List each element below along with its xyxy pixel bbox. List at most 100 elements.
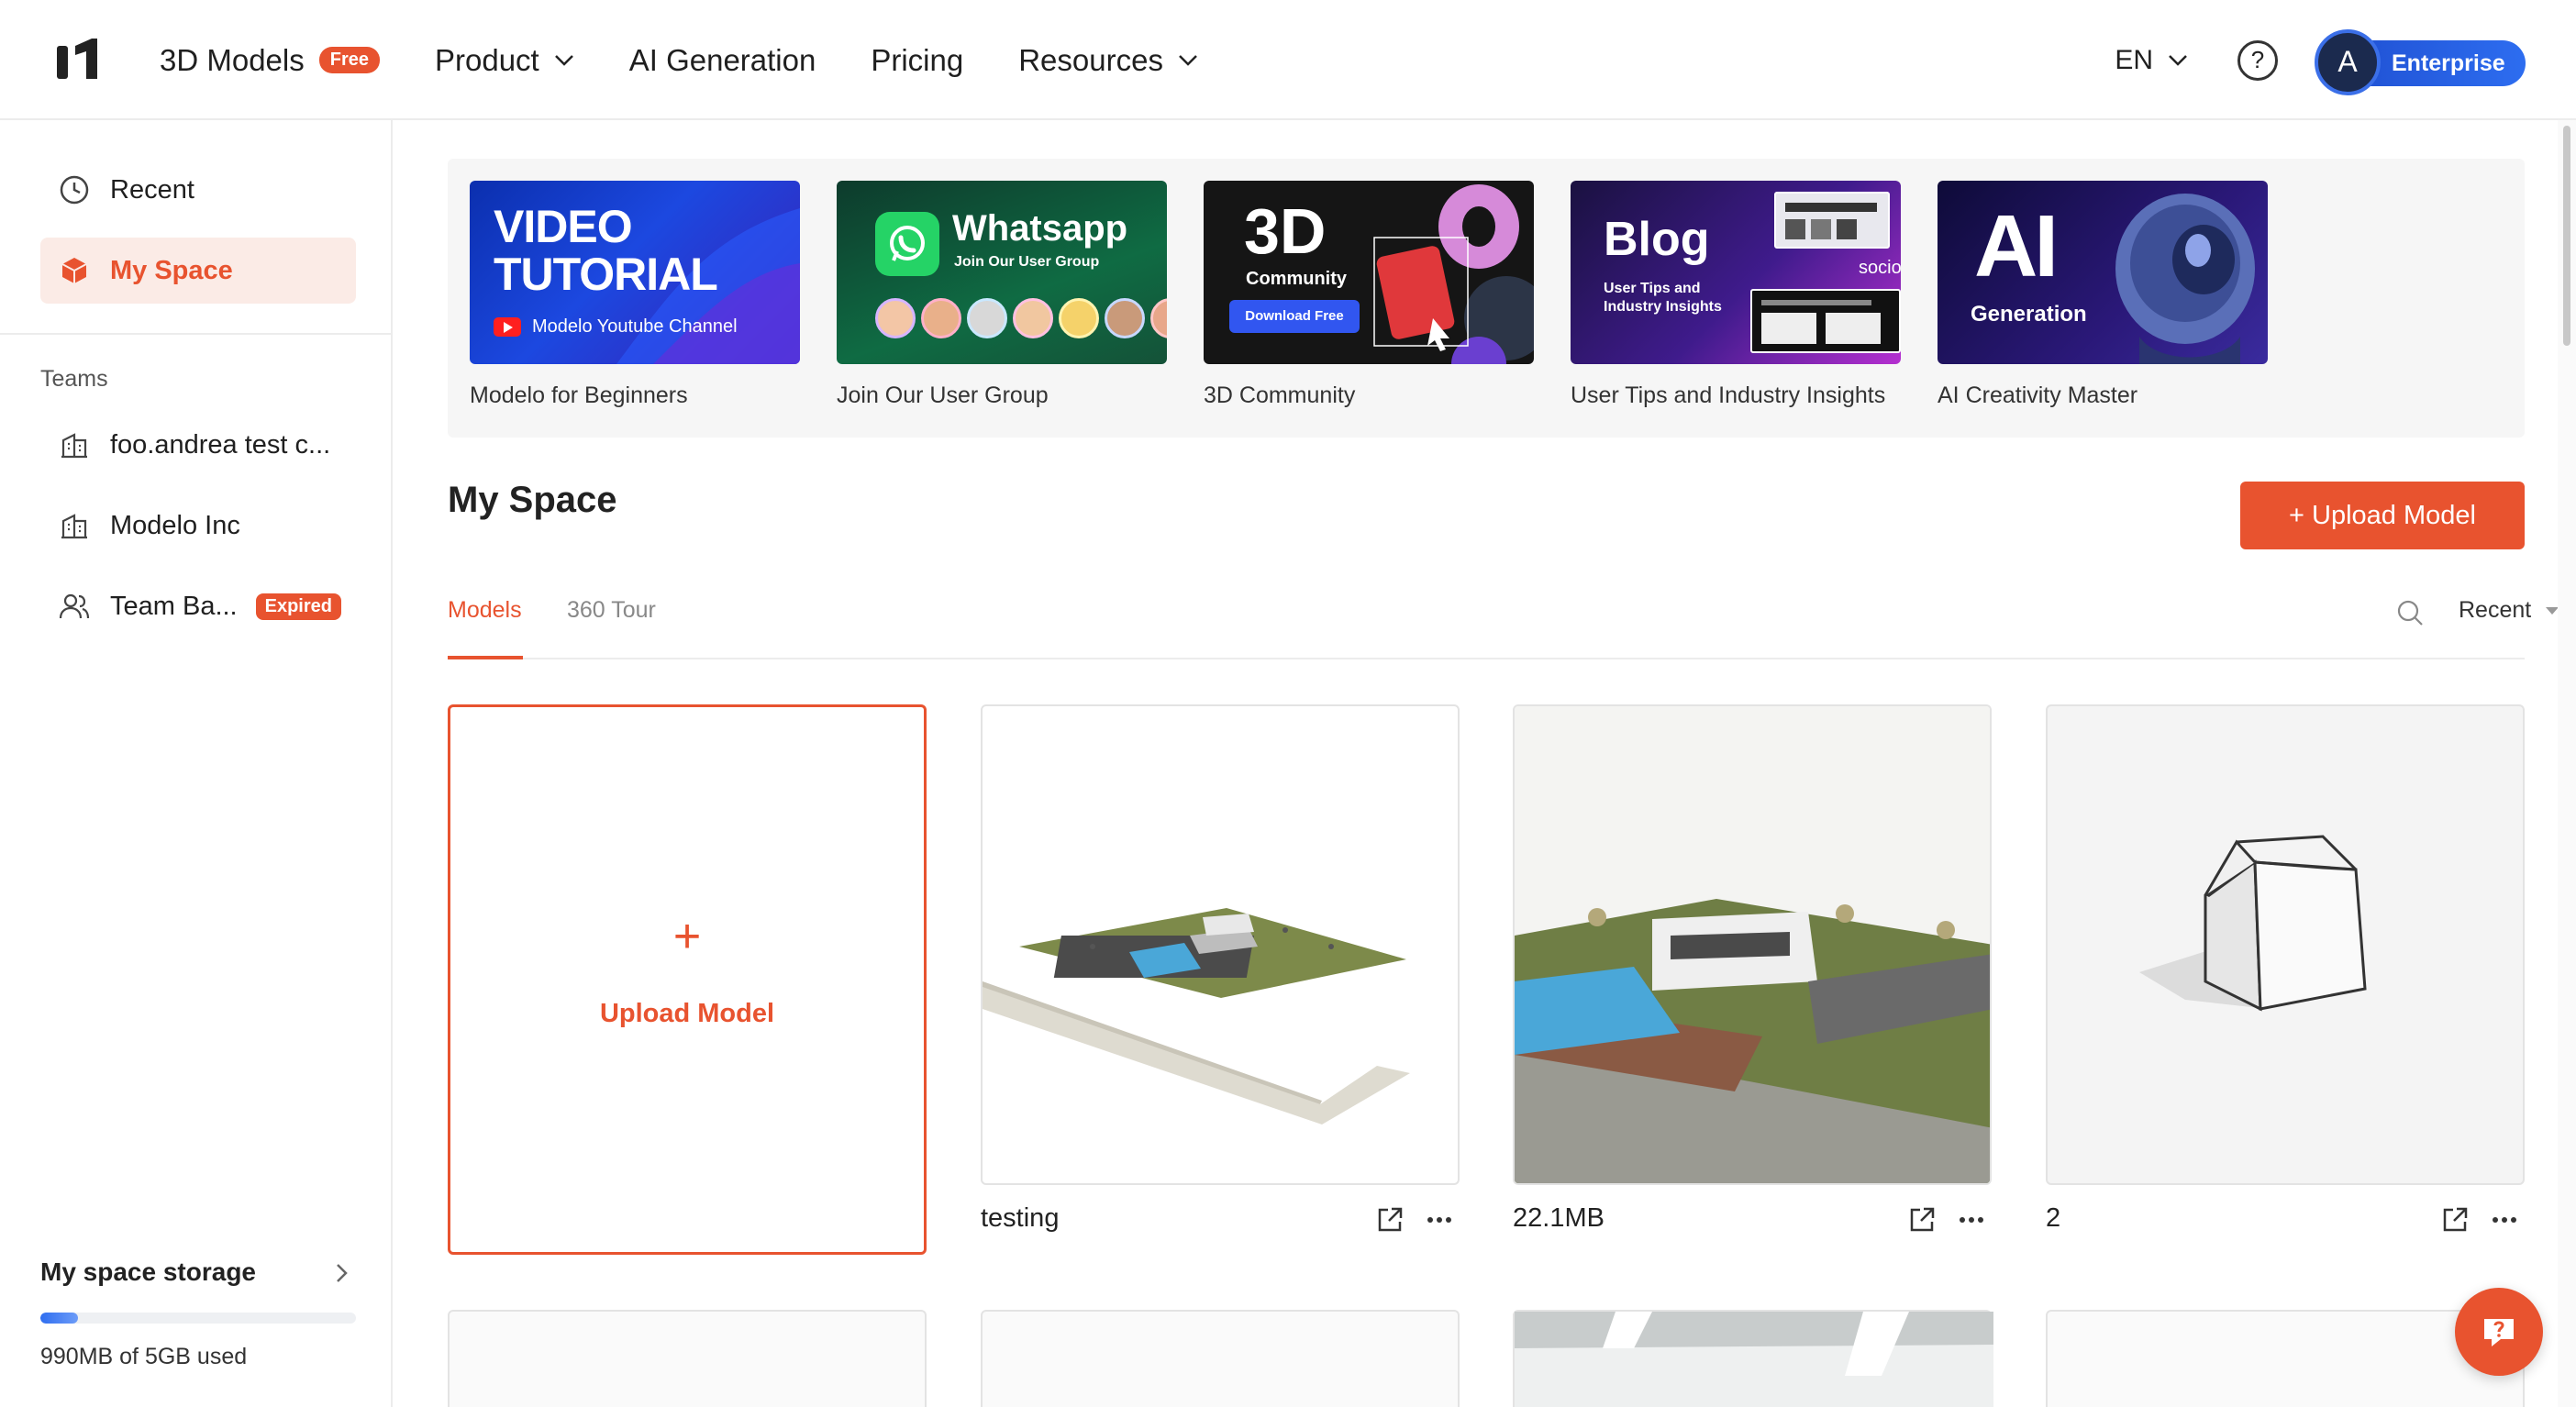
model-card[interactable] [1513,1310,1993,1407]
right-nav: EN ? Enterprise A [2115,0,2576,120]
banner-title: AI [1974,197,2059,295]
banner-strip: VIDEO TUTORIAL Modelo Youtube Channel Mo… [448,159,2525,438]
cube-icon [61,258,87,283]
model-card[interactable] [2046,1310,2525,1407]
chevron-down-icon [2169,54,2187,66]
banner-video-tutorial[interactable]: VIDEO TUTORIAL Modelo Youtube Channel Mo… [470,181,800,409]
clock-icon [60,175,89,205]
nav-pricing-label: Pricing [871,42,964,77]
sidebar-item-label: foo.andrea test c... [110,429,331,460]
storage-title[interactable]: My space storage [40,1257,256,1287]
model-card[interactable]: testing [981,704,1460,1234]
sidebar-item-team-foo-andrea[interactable]: foo.andrea test c... [40,412,356,478]
open-external-icon[interactable] [2440,1205,2470,1235]
tab-360-tour[interactable]: 360 Tour [567,597,656,624]
banner-caption: 3D Community [1204,382,1356,408]
nav-ai-generation-label: AI Generation [628,42,816,77]
open-external-icon[interactable] [1375,1205,1405,1235]
banner-title-line: VIDEO [494,201,633,252]
language-label: EN [2115,44,2153,75]
chat-question-icon [2484,1319,2514,1346]
sidebar-item-my-space[interactable]: My Space [40,238,356,304]
nav-product[interactable]: Product [435,43,574,78]
upload-card-label: Upload Model [599,999,775,1028]
banner-blog[interactable]: socio Blog User Tips and Industry Insigh… [1571,181,1901,409]
main-content: VIDEO TUTORIAL Modelo Youtube Channel Mo… [393,120,2576,1407]
banner-3d-community[interactable]: 3D Community Download Free 3D Community [1204,181,1534,409]
banner-caption: Modelo for Beginners [470,382,688,408]
account-menu[interactable]: Enterprise A [2315,28,2526,95]
building-icon [61,514,87,539]
storage-usage-text: 990MB of 5GB used [40,1344,248,1369]
whatsapp-icon [875,212,939,276]
nav-ai-generation[interactable]: AI Generation [629,43,816,78]
banner-whatsapp[interactable]: Whatsapp Join Our User Group Join Our Us… [837,181,1167,409]
search-icon[interactable] [2396,599,2424,626]
question-circle-icon[interactable]: ? [2237,39,2278,81]
banner-thumbnail: Whatsapp Join Our User Group [837,181,1167,364]
blog-screenshot-top [1774,192,1890,249]
model-thumbnail [1513,704,1992,1185]
banner-ai-generation[interactable]: AI Generation AI Creativity Master [1938,181,2268,409]
avatar: A [2315,28,2381,95]
blog-screenshot-bottom [1750,289,1901,353]
banner-title: Blog [1604,213,1710,266]
sidebar-divider [0,333,393,335]
model-card[interactable] [448,1310,927,1407]
banner-thumbnail: AI Generation [1938,181,2268,364]
sidebar-item-label: Modelo Inc [110,510,240,540]
plus-icon: + [672,910,702,963]
banner-title-line: TUTORIAL [494,249,718,300]
download-free-button: Download Free [1229,300,1360,333]
banner-title: Whatsapp [952,208,1128,249]
open-external-icon[interactable] [1907,1205,1937,1235]
page-title: My Space [448,480,617,520]
page-scrollbar[interactable] [2558,120,2576,1407]
main-nav: 3D Models Free Product AI Generation Pri… [160,0,1253,120]
banner-thumbnail: VIDEO TUTORIAL Modelo Youtube Channel [470,181,800,364]
model-thumbnail [981,704,1460,1185]
villa-pool-render [1515,706,1990,1183]
house-placeholder-icon [2139,835,2367,1012]
support-chat-button[interactable] [2455,1288,2543,1376]
language-selector[interactable]: EN [2115,45,2188,76]
model-thumbnail [1515,1312,1993,1407]
more-options-icon[interactable] [1425,1205,1454,1235]
avatar-row [875,298,1167,338]
sidebar-item-team-modelo-inc[interactable]: Modelo Inc [40,493,356,559]
model-card[interactable]: 22.1MB [1513,704,1992,1234]
sidebar-item-team-ba[interactable]: Team Ba... Expired [40,573,356,639]
modelo-logo[interactable] [55,37,110,83]
banner-title: 3D [1244,195,1327,267]
chevron-right-icon[interactable] [334,1261,350,1285]
scrollbar-thumb[interactable] [2563,126,2570,346]
banner-subtitle-line: User Tips and [1604,281,1701,296]
model-card[interactable] [981,1310,1460,1407]
upload-model-card[interactable]: + Upload Model [448,704,927,1255]
more-options-icon[interactable] [2490,1205,2519,1235]
banner-thumbnail: socio Blog User Tips and Industry Insigh… [1571,181,1901,364]
banner-thumbnail: 3D Community Download Free [1204,181,1534,364]
sort-dropdown[interactable]: Recent [2459,597,2559,624]
sidebar-item-label: My Space [110,255,233,285]
more-options-icon[interactable] [1957,1205,1986,1235]
banner-subtitle: Community [1246,269,1347,289]
content-tabs: Models 360 Tour Recent [448,597,2559,659]
model-card[interactable]: 2 [2046,704,2525,1234]
banner-caption: AI Creativity Master [1938,382,2138,408]
banner-subtitle: Modelo Youtube Channel [532,316,738,337]
nav-product-label: Product [434,42,539,77]
tab-models[interactable]: Models [448,597,522,624]
model-actions [1887,1205,1986,1235]
nav-3d-models[interactable]: 3D Models Free [160,43,380,78]
top-navigation: 3D Models Free Product AI Generation Pri… [0,0,2576,120]
banner-caption: User Tips and Industry Insights [1571,382,1886,408]
sidebar-item-label: Recent [110,174,194,205]
sidebar-item-recent[interactable]: Recent [40,157,356,223]
nav-resources[interactable]: Resources [1018,43,1198,78]
sort-label: Recent [2459,597,2532,623]
upload-model-button[interactable]: + Upload Model [2240,482,2525,549]
model-actions [2420,1205,2519,1235]
nav-3d-models-label: 3D Models [160,42,305,77]
nav-pricing[interactable]: Pricing [871,43,963,78]
